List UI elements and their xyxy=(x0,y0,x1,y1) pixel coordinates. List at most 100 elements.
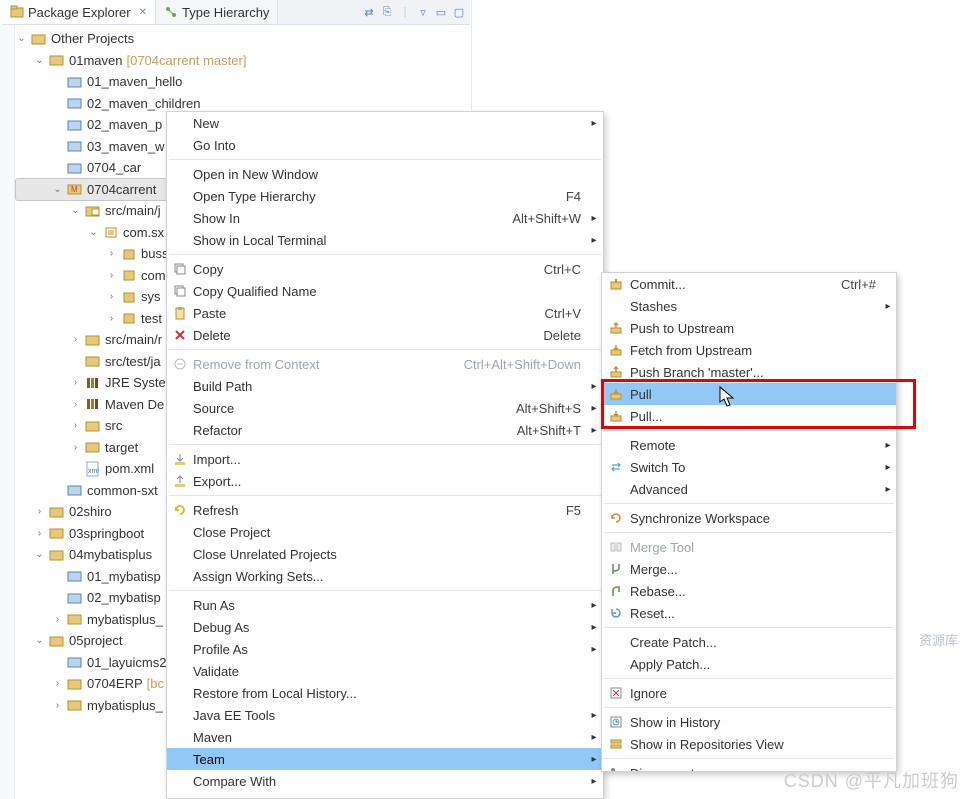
expand-icon[interactable]: › xyxy=(70,329,81,351)
menu-open-type-hierarchy[interactable]: Open Type HierarchyF4 xyxy=(167,185,603,207)
repository-icon xyxy=(602,737,630,751)
project-icon xyxy=(67,117,83,133)
view-menu-icon[interactable]: ▿ xyxy=(416,5,430,19)
expand-icon[interactable]: ⌄ xyxy=(52,179,63,201)
library-icon xyxy=(85,375,101,391)
expand-icon[interactable]: › xyxy=(70,415,81,437)
menu-refresh[interactable]: RefreshF5 xyxy=(167,499,603,521)
menu-show-in[interactable]: Show InAlt+Shift+W▸ xyxy=(167,207,603,229)
submenu-sync-workspace[interactable]: Synchronize Workspace xyxy=(602,507,896,529)
menu-restore-history[interactable]: Restore from Local History... xyxy=(167,682,603,704)
submenu-create-patch[interactable]: Create Patch... xyxy=(602,631,896,653)
submenu-ignore[interactable]: Ignore xyxy=(602,682,896,704)
submenu-advanced[interactable]: Advanced▸ xyxy=(602,478,896,500)
menu-validate[interactable]: Validate xyxy=(167,660,603,682)
submenu-show-history[interactable]: Show in History xyxy=(602,711,896,733)
expand-icon[interactable]: ⌄ xyxy=(70,200,81,222)
expand-icon[interactable]: › xyxy=(52,609,63,631)
menu-show-local-terminal[interactable]: Show in Local Terminal▸ xyxy=(167,229,603,251)
submenu-stashes[interactable]: Stashes▸ xyxy=(602,295,896,317)
project-icon xyxy=(67,138,83,154)
tab-type-hierarchy[interactable]: Type Hierarchy xyxy=(156,0,278,24)
menu-delete[interactable]: DeleteDelete xyxy=(167,324,603,346)
submenu-push-branch[interactable]: Push Branch 'master'... xyxy=(602,361,896,383)
maximize-icon[interactable]: ▢ xyxy=(452,5,466,19)
submenu-pull[interactable]: Pull xyxy=(602,383,896,405)
submenu-push-upstream[interactable]: Push to Upstream xyxy=(602,317,896,339)
menu-run-as[interactable]: Run As▸ xyxy=(167,594,603,616)
menu-build-path[interactable]: Build Path▸ xyxy=(167,375,603,397)
menu-go-into[interactable]: Go Into xyxy=(167,134,603,156)
submenu-switch-to[interactable]: Switch To▸ xyxy=(602,456,896,478)
expand-icon[interactable]: › xyxy=(106,286,117,308)
menu-refactor[interactable]: RefactorAlt+Shift+T▸ xyxy=(167,419,603,441)
tree-node-01maven[interactable]: ⌄ 01maven [0704carrent master] xyxy=(16,50,470,72)
team-submenu[interactable]: Commit...Ctrl+# Stashes▸ Push to Upstrea… xyxy=(601,272,897,772)
expand-icon[interactable]: › xyxy=(70,437,81,459)
menu-export[interactable]: Export... xyxy=(167,470,603,492)
menu-assign-ws[interactable]: Assign Working Sets... xyxy=(167,565,603,587)
menu-separator xyxy=(604,758,894,759)
expand-icon[interactable]: › xyxy=(70,372,81,394)
tree-label: sys xyxy=(141,286,161,308)
expand-icon[interactable]: › xyxy=(52,695,63,717)
svg-text:M: M xyxy=(71,185,78,194)
expand-icon[interactable]: › xyxy=(106,243,117,265)
menu-profile-as[interactable]: Profile As▸ xyxy=(167,638,603,660)
expand-icon[interactable]: ⌄ xyxy=(34,544,45,566)
tree-node-other-projects[interactable]: ⌄ Other Projects xyxy=(16,28,470,50)
submenu-disconnect[interactable]: Disconnect xyxy=(602,762,896,772)
submenu-remote[interactable]: Remote▸ xyxy=(602,434,896,456)
minimize-icon[interactable]: ▭ xyxy=(434,5,448,19)
menu-separator xyxy=(169,590,601,591)
expand-icon[interactable]: › xyxy=(70,394,81,416)
tree-label: src xyxy=(105,415,122,437)
menu-import[interactable]: Import... xyxy=(167,448,603,470)
submenu-merge[interactable]: Merge... xyxy=(602,558,896,580)
submenu-apply-patch[interactable]: Apply Patch... xyxy=(602,653,896,675)
menu-copy[interactable]: CopyCtrl+C xyxy=(167,258,603,280)
menu-remove-context[interactable]: Remove from ContextCtrl+Alt+Shift+Down xyxy=(167,353,603,375)
context-menu[interactable]: New▸ Go Into Open in New Window Open Typ… xyxy=(166,111,604,799)
tab-package-explorer[interactable]: Package Explorer ✕ xyxy=(2,0,156,24)
tree-node[interactable]: 01_maven_hello xyxy=(16,71,470,93)
tree-label: 03springboot xyxy=(69,523,144,545)
menu-debug-as[interactable]: Debug As▸ xyxy=(167,616,603,638)
submenu-reset[interactable]: Reset... xyxy=(602,602,896,624)
menu-close-unrelated[interactable]: Close Unrelated Projects xyxy=(167,543,603,565)
tab-label: Type Hierarchy xyxy=(182,5,269,20)
submenu-arrow-icon: ▸ xyxy=(880,440,896,451)
submenu-rebase[interactable]: Rebase... xyxy=(602,580,896,602)
menu-javaee-tools[interactable]: Java EE Tools▸ xyxy=(167,704,603,726)
expand-icon[interactable]: ⌄ xyxy=(34,50,45,72)
expand-icon[interactable]: › xyxy=(106,308,117,330)
collapse-all-icon[interactable]: ⇄ xyxy=(362,5,376,19)
expand-icon[interactable]: › xyxy=(52,673,63,695)
submenu-commit[interactable]: Commit...Ctrl+# xyxy=(602,273,896,295)
menu-compare-with[interactable]: Compare With▸ xyxy=(167,770,603,792)
submenu-fetch-upstream[interactable]: Fetch from Upstream xyxy=(602,339,896,361)
menu-copy-qname[interactable]: Copy Qualified Name xyxy=(167,280,603,302)
expand-icon[interactable]: › xyxy=(34,501,45,523)
menu-new[interactable]: New▸ xyxy=(167,112,603,134)
submenu-show-repos[interactable]: Show in Repositories View xyxy=(602,733,896,755)
menu-open-new-window[interactable]: Open in New Window xyxy=(167,163,603,185)
menu-maven[interactable]: Maven▸ xyxy=(167,726,603,748)
expand-icon[interactable]: › xyxy=(106,265,117,287)
project-icon xyxy=(67,568,83,584)
expand-icon[interactable]: › xyxy=(34,523,45,545)
expand-icon[interactable]: ⌄ xyxy=(88,222,99,244)
ignore-icon xyxy=(602,686,630,700)
link-editor-icon[interactable]: ⎘ xyxy=(380,5,394,19)
menu-close-project[interactable]: Close Project xyxy=(167,521,603,543)
submenu-pull-dots[interactable]: Pull... xyxy=(602,405,896,427)
submenu-merge-tool[interactable]: Merge Tool xyxy=(602,536,896,558)
menu-paste[interactable]: PasteCtrl+V xyxy=(167,302,603,324)
menu-source[interactable]: SourceAlt+Shift+S▸ xyxy=(167,397,603,419)
close-icon[interactable]: ✕ xyxy=(139,7,147,18)
menu-separator xyxy=(169,495,601,496)
menu-team[interactable]: Team▸ xyxy=(167,748,603,770)
expand-icon[interactable]: ⌄ xyxy=(34,630,45,652)
working-set-icon xyxy=(49,52,65,68)
expand-icon[interactable]: ⌄ xyxy=(16,28,27,50)
